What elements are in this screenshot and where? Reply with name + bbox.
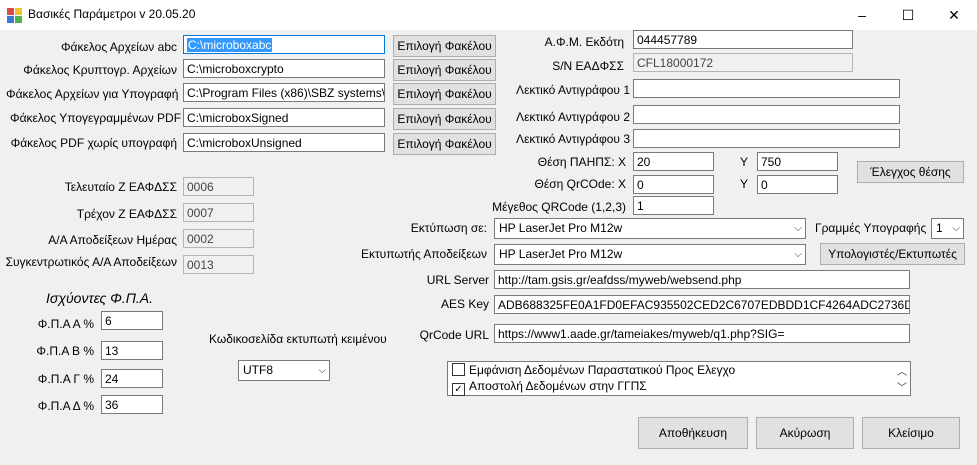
minimize-button[interactable]: – (839, 0, 885, 30)
current-z-label: Τρέχον Ζ ΕΑΦΔΣΣ (76, 207, 177, 221)
abc-folder-input[interactable]: C:\microboxabc (183, 35, 385, 54)
vat-d-input[interactable]: 36 (101, 395, 163, 414)
close-button[interactable]: Κλείσιμο (862, 417, 960, 449)
send-data-checkbox[interactable]: ✓ (452, 383, 465, 396)
last-z-label: Τελευταίο Ζ ΕΑΦΔΣΣ (64, 180, 177, 194)
receipt-printer-label: Εκτυπωτής Αποδείξεων (360, 247, 487, 261)
dialog-body: Φάκελος Αρχείων abc C:\microboxabc Επιλο… (0, 30, 977, 465)
show-data-checkbox[interactable] (452, 363, 465, 376)
pahps-x-input[interactable]: 20 (633, 152, 714, 171)
chevron-down-icon: ⌵ (794, 223, 802, 234)
qr-y-input[interactable]: 0 (757, 175, 838, 194)
vat-c-label: Φ.Π.Α Γ % (37, 372, 94, 386)
chevron-down-icon: ⌵ (318, 365, 326, 376)
pahps-x-label: Θέση ΠΑΗΠΣ: X (537, 155, 626, 169)
qr-size-label: Μέγεθος QRCode (1,2,3) (492, 200, 626, 214)
vat-b-input[interactable]: 13 (101, 341, 163, 360)
receipt-printer-select[interactable]: HP LaserJet Pro M12w ⌵ (494, 244, 806, 265)
choose-crypto-folder-button[interactable]: Επιλογή Φακέλου (393, 59, 496, 81)
encoding-label: Κωδικοσελίδα εκτυπωτή κειμένου (209, 332, 387, 346)
computers-printers-button[interactable]: Υπολογιστές/Εκτυπωτές (820, 243, 965, 265)
signature-lines-label: Γραμμές Υπογραφής (815, 221, 927, 235)
cancel-button[interactable]: Ακύρωση (756, 417, 854, 449)
daily-receipts-label: Α/Α Αποδείξεων Ημέρας (48, 233, 177, 247)
vat-a-input[interactable]: 6 (101, 311, 163, 330)
copy2-input[interactable] (633, 105, 900, 124)
maximize-button[interactable]: ☐ (885, 0, 931, 30)
chevron-down-icon: ⌵ (952, 223, 960, 234)
option-show-data[interactable]: Εμφάνιση Δεδομένων Παραστατικού Προς Ελε… (452, 363, 735, 378)
url-server-label: URL Server (426, 273, 489, 287)
signature-lines-select[interactable]: 1 ⌵ (931, 218, 964, 239)
app-icon (7, 8, 22, 23)
total-receipts-label: Συγκεντρωτικός Α/Α Αποδείξεων (5, 255, 177, 269)
sn-input: CFL18000172 (633, 53, 853, 72)
print-to-select[interactable]: HP LaserJet Pro M12w ⌵ (494, 218, 806, 239)
sign-folder-input[interactable]: C:\Program Files (x86)\SBZ systems\EMD (183, 83, 385, 102)
aes-key-input[interactable]: ADB688325FE0A1FD0EFAC935502CED2C6707EDBD… (494, 295, 910, 314)
close-window-button[interactable]: ✕ (931, 0, 977, 30)
options-checklist[interactable]: Εμφάνιση Δεδομένων Παραστατικού Προς Ελε… (447, 361, 911, 396)
vat-c-input[interactable]: 24 (101, 369, 163, 388)
signed-folder-input[interactable]: C:\microboxSigned (183, 108, 385, 127)
encoding-select[interactable]: UTF8 ⌵ (238, 360, 330, 381)
qrcode-url-input[interactable]: https://www1.aade.gr/tameiakes/myweb/q1.… (494, 324, 910, 343)
copy3-label: Λεκτικό Αντιγράφου 3 (516, 132, 630, 146)
vat-b-label: Φ.Π.Α Β % (36, 344, 94, 358)
last-z-input: 0006 (183, 177, 254, 196)
qr-x-input[interactable]: 0 (633, 175, 714, 194)
unsigned-folder-label: Φάκελος PDF χωρίς υπογραφή (10, 136, 177, 150)
choose-sign-folder-button[interactable]: Επιλογή Φακέλου (393, 83, 496, 105)
vat-a-label: Φ.Π.Α Α % (37, 317, 94, 331)
pahps-y-input[interactable]: 750 (757, 152, 838, 171)
unsigned-folder-input[interactable]: C:\microboxUnsigned (183, 133, 385, 152)
title-bar: Βασικές Παράμετροι v 20.05.20 – ☐ ✕ (0, 0, 977, 30)
current-z-input: 0007 (183, 203, 254, 222)
abc-folder-label: Φάκελος Αρχείων abc (60, 40, 177, 54)
qrcode-url-label: QrCode URL (419, 328, 489, 342)
vat-heading: Ισχύοντες Φ.Π.Α. (46, 290, 154, 306)
qr-y-label: Y (740, 177, 749, 191)
choose-signed-folder-button[interactable]: Επιλογή Φακέλου (393, 108, 496, 130)
save-button[interactable]: Αποθήκευση (638, 417, 748, 449)
afm-input[interactable]: 044457789 (633, 30, 853, 49)
url-server-input[interactable]: http://tam.gsis.gr/eafdss/myweb/websend.… (494, 270, 910, 289)
signed-folder-label: Φάκελος Υπογεγραμμένων PDF (10, 111, 182, 125)
option-send-data[interactable]: ✓ Αποστολή Δεδομένων στην ΓΓΠΣ (452, 379, 647, 396)
total-receipts-input: 0013 (183, 255, 254, 274)
choose-unsigned-folder-button[interactable]: Επιλογή Φακέλου (393, 133, 496, 155)
copy1-input[interactable] (633, 79, 900, 98)
qr-size-input[interactable]: 1 (633, 196, 714, 215)
crypto-folder-input[interactable]: C:\microboxcrypto (183, 59, 385, 78)
chevron-down-icon: ⌵ (794, 249, 802, 260)
check-position-button[interactable]: Έλεγχος θέσης (857, 161, 964, 183)
scroll-down-icon[interactable]: ﹀ (897, 379, 907, 394)
copy2-label: Λεκτικό Αντιγράφου 2 (516, 110, 630, 124)
crypto-folder-label: Φάκελος Κρυπτογρ. Αρχείων (23, 63, 177, 77)
print-to-label: Εκτύπωση σε: (410, 221, 487, 235)
aes-key-label: AES Key (440, 297, 489, 311)
sign-folder-label: Φάκελος Αρχείων για Υπογραφή (6, 87, 179, 101)
copy3-input[interactable] (633, 129, 900, 148)
sn-label: S/N ΕΑΔΦΣΣ (552, 59, 624, 73)
pahps-y-label: Y (740, 155, 749, 169)
window-title: Βασικές Παράμετροι v 20.05.20 (28, 7, 196, 21)
vat-d-label: Φ.Π.Α Δ % (37, 399, 94, 413)
qr-x-label: Θέση QrCOde: X (534, 177, 626, 191)
choose-abc-folder-button[interactable]: Επιλογή Φακέλου (393, 35, 496, 57)
afm-label: Α.Φ.Μ. Εκδότη (544, 35, 624, 49)
daily-receipts-input: 0002 (183, 229, 254, 248)
copy1-label: Λεκτικό Αντιγράφου 1 (516, 83, 630, 97)
scroll-up-icon[interactable]: ︿ (897, 363, 907, 378)
